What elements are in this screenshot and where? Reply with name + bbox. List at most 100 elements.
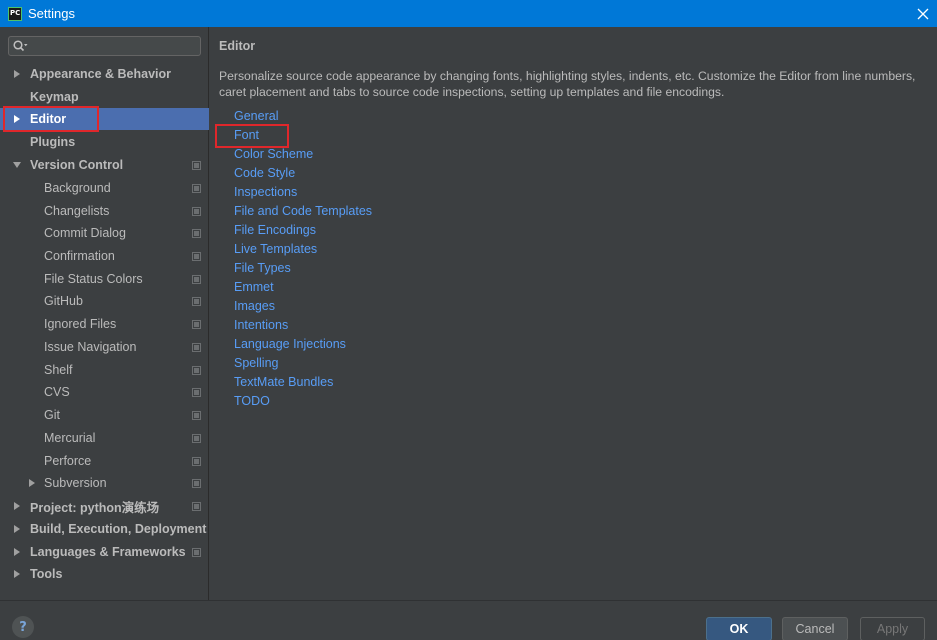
- project-settings-icon: [192, 502, 201, 511]
- help-button[interactable]: ?: [12, 616, 34, 638]
- link-file-types[interactable]: File Types: [234, 261, 291, 275]
- sidebar-item-ignored-files[interactable]: Ignored Files: [0, 313, 209, 335]
- link-code-style[interactable]: Code Style: [234, 166, 295, 180]
- chevron-right-icon: [14, 70, 20, 78]
- sidebar-item-issue-navigation[interactable]: Issue Navigation: [0, 336, 209, 358]
- sidebar-item-file-status-colors[interactable]: File Status Colors: [0, 268, 209, 290]
- chevron-right-icon: [14, 502, 20, 510]
- project-settings-icon: [192, 161, 201, 170]
- project-settings-icon: [192, 457, 201, 466]
- project-settings-icon: [192, 207, 201, 216]
- project-settings-icon: [192, 320, 201, 329]
- sidebar-item-keymap[interactable]: Keymap: [0, 86, 209, 108]
- cancel-button[interactable]: Cancel: [782, 617, 848, 640]
- sidebar-item-label: Version Control: [30, 158, 124, 172]
- sidebar-item-label: Keymap: [30, 90, 79, 104]
- search-input[interactable]: [8, 36, 201, 56]
- sidebar-item-label: Languages & Frameworks: [30, 545, 186, 559]
- link-file-encodings[interactable]: File Encodings: [234, 223, 316, 237]
- sidebar-item-label: Project: python演练场: [30, 500, 160, 515]
- link-textmate-bundles[interactable]: TextMate Bundles: [234, 375, 333, 389]
- sidebar-item-appearance-behavior[interactable]: Appearance & Behavior: [0, 63, 209, 85]
- sidebar-item-subversion[interactable]: Subversion: [0, 472, 209, 494]
- window-title: Settings: [28, 6, 75, 21]
- sidebar-item-label: Changelists: [44, 204, 110, 218]
- sidebar-item-languages-frameworks[interactable]: Languages & Frameworks: [0, 541, 209, 563]
- chevron-right-icon: [14, 548, 20, 556]
- sidebar-item-cvs[interactable]: CVS: [0, 381, 209, 403]
- font-highlight-box: [215, 124, 289, 148]
- close-button[interactable]: [909, 0, 937, 27]
- link-images[interactable]: Images: [234, 299, 275, 313]
- settings-sidebar: Appearance & Behavior Keymap Editor Plug…: [0, 27, 209, 600]
- dialog-footer: ? OK Cancel Apply: [0, 600, 937, 640]
- sidebar-item-label: Mercurial: [44, 431, 96, 445]
- editor-description: Personalize source code appearance by ch…: [219, 69, 916, 99]
- sidebar-item-label: Build, Execution, Deployment: [30, 522, 207, 536]
- project-settings-icon: [192, 479, 201, 488]
- sidebar-item-label: Subversion: [44, 476, 107, 490]
- link-spelling[interactable]: Spelling: [234, 356, 278, 370]
- sidebar-item-label: Background: [44, 181, 111, 195]
- sidebar-item-label: Shelf: [44, 363, 73, 377]
- project-settings-icon: [192, 275, 201, 284]
- sidebar-item-label: Issue Navigation: [44, 340, 137, 354]
- sidebar-item-label: Ignored Files: [44, 317, 117, 331]
- sidebar-item-label: Confirmation: [44, 249, 115, 263]
- search-icon: [13, 40, 28, 52]
- project-settings-icon: [192, 184, 201, 193]
- project-settings-icon: [192, 411, 201, 420]
- link-color-scheme[interactable]: Color Scheme: [234, 147, 313, 161]
- link-inspections[interactable]: Inspections: [234, 185, 297, 199]
- sidebar-item-version-control[interactable]: Version Control: [0, 154, 209, 176]
- project-settings-icon: [192, 343, 201, 352]
- page-title: Editor: [219, 39, 256, 53]
- project-settings-icon: [192, 297, 201, 306]
- sidebar-item-label: File Status Colors: [44, 272, 143, 286]
- sidebar-item-label: Perforce: [44, 454, 92, 468]
- sidebar-item-label: CVS: [44, 385, 70, 399]
- editor-settings-panel: Editor Personalize source code appearanc…: [210, 27, 937, 600]
- sidebar-item-commit-dialog[interactable]: Commit Dialog: [0, 222, 209, 244]
- sidebar-item-label: Plugins: [30, 135, 76, 149]
- sidebar-item-plugins[interactable]: Plugins: [0, 131, 209, 153]
- close-icon: [917, 8, 929, 19]
- sidebar-item-shelf[interactable]: Shelf: [0, 359, 209, 381]
- title-bar: PC Settings: [0, 0, 937, 27]
- pycharm-app-icon: PC: [8, 6, 22, 21]
- project-settings-icon: [192, 229, 201, 238]
- help-icon: ?: [19, 619, 27, 635]
- sidebar-item-label: GitHub: [44, 294, 83, 308]
- chevron-right-icon: [29, 479, 35, 487]
- sidebar-item-github[interactable]: GitHub: [0, 290, 209, 312]
- chevron-right-icon: [14, 570, 20, 578]
- sidebar-item-build-execution-deployment[interactable]: Build, Execution, Deployment: [0, 518, 209, 540]
- link-intentions[interactable]: Intentions: [234, 318, 288, 332]
- sidebar-item-project[interactable]: Project: python演练场: [0, 495, 209, 517]
- link-live-templates[interactable]: Live Templates: [234, 242, 317, 256]
- project-settings-icon: [192, 548, 201, 557]
- project-settings-icon: [192, 388, 201, 397]
- sidebar-item-label: Tools: [30, 567, 63, 581]
- link-file-and-code-templates[interactable]: File and Code Templates: [234, 204, 372, 218]
- ok-button[interactable]: OK: [706, 617, 772, 640]
- sidebar-item-confirmation[interactable]: Confirmation: [0, 245, 209, 267]
- editor-highlight-box: [3, 106, 99, 132]
- link-todo[interactable]: TODO: [234, 394, 270, 408]
- sidebar-item-perforce[interactable]: Perforce: [0, 450, 209, 472]
- link-emmet[interactable]: Emmet: [234, 280, 274, 294]
- sidebar-item-label: Git: [44, 408, 60, 422]
- project-settings-icon: [192, 434, 201, 443]
- sidebar-item-mercurial[interactable]: Mercurial: [0, 427, 209, 449]
- link-language-injections[interactable]: Language Injections: [234, 337, 346, 351]
- chevron-right-icon: [14, 525, 20, 533]
- sidebar-item-label: Appearance & Behavior: [30, 67, 172, 81]
- sidebar-item-tools[interactable]: Tools: [0, 563, 209, 585]
- sidebar-item-background[interactable]: Background: [0, 177, 209, 199]
- sidebar-item-changelists[interactable]: Changelists: [0, 200, 209, 222]
- project-settings-icon: [192, 252, 201, 261]
- link-general[interactable]: General: [234, 109, 278, 123]
- sidebar-item-git[interactable]: Git: [0, 404, 209, 426]
- apply-button[interactable]: Apply: [860, 617, 925, 640]
- project-settings-icon: [192, 366, 201, 375]
